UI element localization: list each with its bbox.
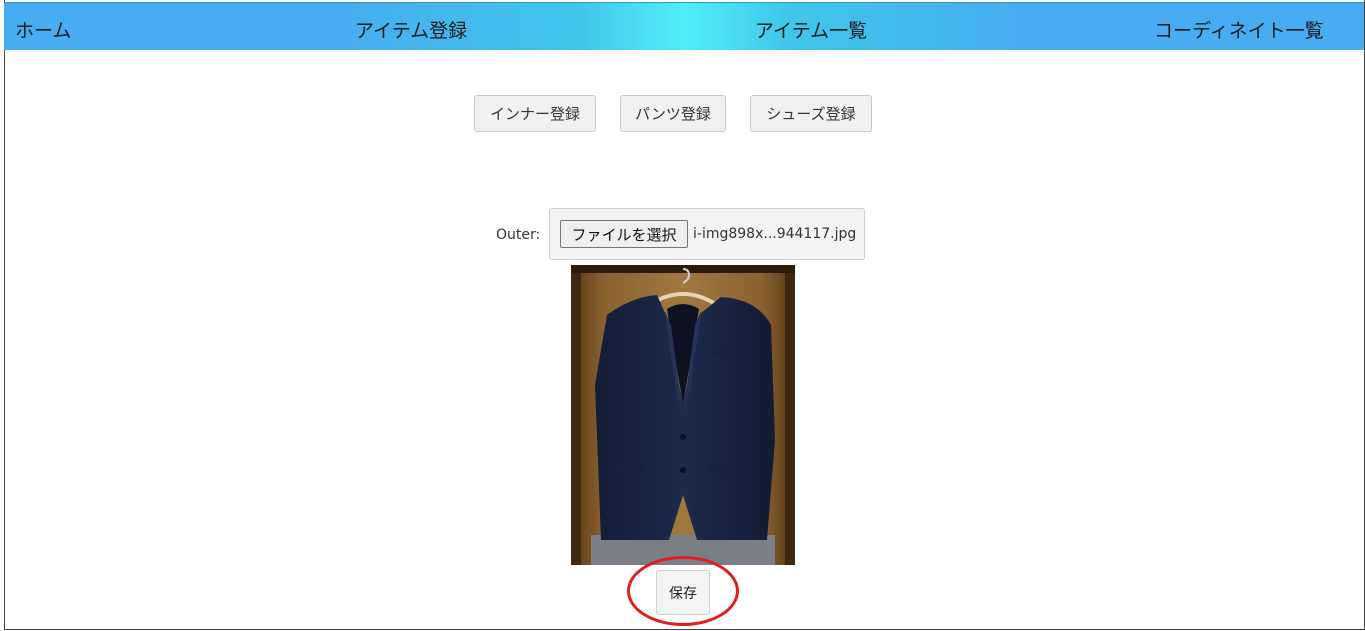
top-navbar: ホーム アイテム登録 アイテム一覧 コーディネイト一覧 <box>4 2 1364 50</box>
selected-file-name: i-img898x...944117.jpg <box>693 226 857 242</box>
nav-home-link[interactable]: ホーム <box>15 16 71 43</box>
pants-register-button[interactable]: パンツ登録 <box>620 95 726 132</box>
nav-coordinate-list-link[interactable]: コーディネイト一覧 <box>1154 16 1324 43</box>
outer-preview-image <box>571 265 795 565</box>
outer-file-input[interactable]: ファイルを選択 i-img898x...944117.jpg <box>549 208 865 260</box>
choose-file-button[interactable]: ファイルを選択 <box>560 220 688 248</box>
save-button[interactable]: 保存 <box>656 570 710 615</box>
outer-upload-label: Outer: <box>496 227 541 243</box>
inner-register-button[interactable]: インナー登録 <box>474 95 596 132</box>
nav-item-list-link[interactable]: アイテム一覧 <box>755 16 867 43</box>
jacket-photo <box>571 265 795 565</box>
shoes-register-button[interactable]: シューズ登録 <box>750 95 872 132</box>
nav-item-register-link[interactable]: アイテム登録 <box>355 16 467 43</box>
